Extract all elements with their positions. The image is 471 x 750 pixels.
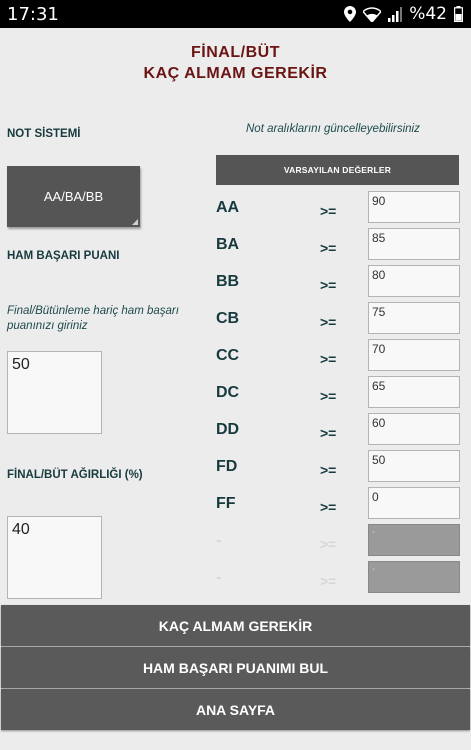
grade-letter: FF bbox=[216, 495, 236, 512]
final-weight-input[interactable]: 40 bbox=[7, 516, 102, 599]
grade-threshold-input[interactable]: 80 bbox=[368, 265, 460, 297]
grade-letter: AA bbox=[216, 199, 240, 216]
grade-threshold-input[interactable]: 75 bbox=[368, 302, 460, 334]
final-weight-label: FİNAL/BÜT AĞIRLIĞI (%) bbox=[7, 469, 143, 481]
grade-threshold-input-disabled: - bbox=[368, 524, 460, 556]
battery-icon bbox=[454, 6, 463, 22]
grade-operator: >= bbox=[320, 240, 337, 256]
raw-score-label: HAM BAŞARI PUANI bbox=[7, 250, 120, 262]
grade-threshold-input[interactable]: 90 bbox=[368, 191, 460, 223]
grade-letter-disabled: - bbox=[216, 569, 222, 586]
grade-operator: >= bbox=[320, 425, 337, 441]
signal-icon bbox=[388, 6, 403, 22]
grade-operator: >= bbox=[320, 203, 337, 219]
grade-threshold-input[interactable]: 70 bbox=[368, 339, 460, 371]
status-time: 17:31 bbox=[7, 4, 59, 25]
grade-letter-disabled: - bbox=[216, 532, 222, 549]
page-title-line2: KAÇ ALMAM GEREKİR bbox=[143, 65, 328, 82]
grading-system-label: NOT SİSTEMİ bbox=[7, 128, 81, 140]
grade-threshold-input[interactable]: 50 bbox=[368, 450, 460, 482]
grade-letter: BB bbox=[216, 273, 240, 290]
grade-operator: >= bbox=[320, 499, 337, 515]
grade-operator: >= bbox=[320, 573, 337, 589]
grade-operator: >= bbox=[320, 314, 337, 330]
grade-threshold-input-disabled: - bbox=[368, 561, 460, 593]
location-icon bbox=[344, 6, 357, 22]
grade-threshold-input[interactable]: 65 bbox=[368, 376, 460, 408]
grade-letter: DC bbox=[216, 384, 240, 401]
home-button[interactable]: ANA SAYFA bbox=[1, 689, 470, 730]
grade-operator: >= bbox=[320, 462, 337, 478]
grade-operator: >= bbox=[320, 388, 337, 404]
default-values-button[interactable]: VARSAYILAN DEĞERLER bbox=[216, 155, 459, 185]
raw-score-hint: Final/Bütünleme hariç ham başarı puanını… bbox=[7, 305, 179, 332]
grade-letter: DD bbox=[216, 421, 240, 438]
page-title-line1: FİNAL/BÜT bbox=[191, 44, 280, 61]
grade-operator: >= bbox=[320, 536, 337, 552]
grading-system-spinner[interactable]: AA/BA/BB bbox=[7, 166, 140, 227]
grade-letter: BA bbox=[216, 236, 240, 253]
raw-score-input[interactable]: 50 bbox=[7, 351, 102, 434]
wifi-icon bbox=[363, 6, 382, 22]
find-raw-score-button[interactable]: HAM BAŞARI PUANIMI BUL bbox=[1, 647, 470, 688]
status-icons: %42 bbox=[344, 4, 463, 24]
grading-system-value: AA/BA/BB bbox=[43, 189, 104, 204]
calculate-required-button[interactable]: KAÇ ALMAM GEREKİR bbox=[1, 605, 470, 646]
grade-letter: CB bbox=[216, 310, 240, 327]
grade-threshold-input[interactable]: 60 bbox=[368, 413, 460, 445]
grade-threshold-input[interactable]: 85 bbox=[368, 228, 460, 260]
grade-operator: >= bbox=[320, 277, 337, 293]
status-bar: 17:31 %42 bbox=[0, 0, 471, 28]
grade-letter: FD bbox=[216, 458, 238, 475]
battery-percent: %42 bbox=[409, 4, 447, 24]
grade-letter: CC bbox=[216, 347, 240, 364]
grade-operator: >= bbox=[320, 351, 337, 367]
grade-ranges-hint: Not aralıklarını güncelleyebilirsiniz bbox=[246, 123, 420, 135]
grade-threshold-input[interactable]: 0 bbox=[368, 487, 460, 519]
